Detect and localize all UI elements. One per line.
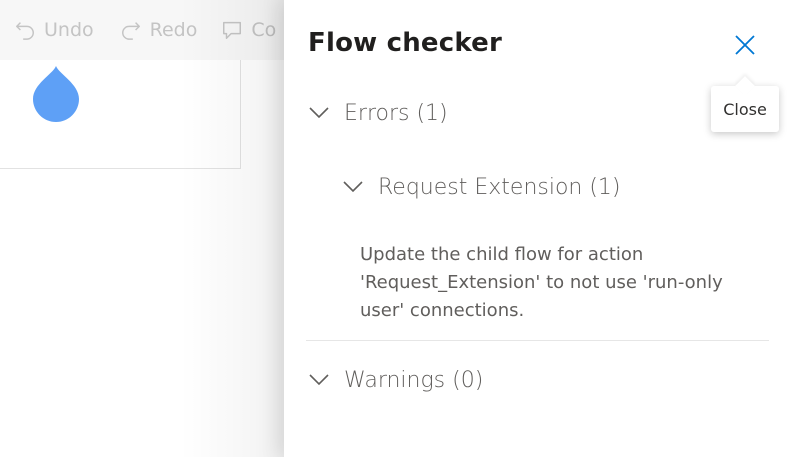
redo-label: Redo (149, 19, 198, 41)
comment-button[interactable]: Co (221, 0, 276, 60)
chevron-down-icon (343, 181, 363, 193)
flow-checker-panel: Flow checker Close Errors (1) Request Ex… (284, 0, 792, 457)
comment-label: Co (251, 19, 277, 41)
errors-section-toggle[interactable]: Errors (1) (308, 98, 448, 128)
close-tooltip-label: Close (723, 99, 767, 119)
undo-icon (16, 22, 34, 40)
undo-label: Undo (44, 19, 94, 41)
chevron-down-icon (309, 107, 329, 119)
close-icon[interactable] (731, 31, 759, 59)
panel-title: Flow checker (308, 28, 503, 58)
error-group-toggle[interactable]: Request Extension (1) (342, 172, 621, 202)
app-root: Undo Redo Co Flow checker Close Errors (… (0, 0, 792, 457)
error-group-label: Request Extension (1) (378, 174, 621, 200)
chevron-down-icon (309, 374, 329, 386)
section-divider (306, 340, 769, 341)
error-message: Update the child flow for action 'Reques… (360, 244, 723, 321)
designer-toolbar: Undo Redo Co (0, 0, 300, 60)
undo-button[interactable]: Undo (14, 0, 94, 60)
warnings-section-toggle[interactable]: Warnings (0) (308, 365, 483, 395)
redo-button[interactable]: Redo (120, 0, 198, 60)
comment-icon (223, 21, 242, 39)
redo-icon (121, 22, 140, 40)
close-tooltip: Close (711, 86, 779, 132)
warnings-label: Warnings (0) (344, 367, 484, 393)
drop-icon (33, 66, 79, 122)
errors-label: Errors (1) (344, 100, 448, 126)
